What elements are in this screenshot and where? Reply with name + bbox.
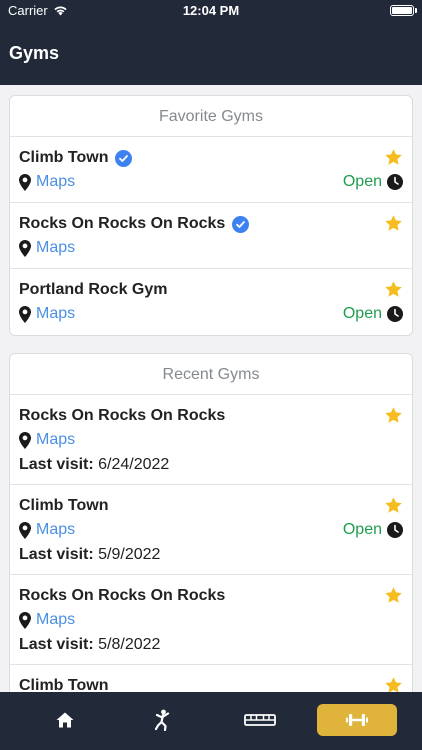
last-visit-label: Last visit: (19, 456, 94, 473)
tab-bar (0, 692, 422, 750)
map-pin-icon (19, 521, 31, 539)
recent-gyms-header: Recent Gyms (10, 354, 412, 395)
maps-label: Maps (36, 431, 76, 448)
navigation-bar: Gyms (0, 22, 422, 85)
recent-gym-row[interactable]: Rocks On Rocks On Rocks Maps Last visit:… (10, 575, 412, 665)
home-icon (56, 712, 74, 728)
open-label: Open (342, 521, 382, 538)
favorite-gyms-card: Favorite Gyms Climb Town Maps Open Rocks… (9, 95, 413, 336)
tab-climbing[interactable] (123, 704, 203, 736)
climber-icon (154, 709, 170, 731)
maps-label: Maps (36, 173, 76, 190)
recent-gym-row[interactable]: Rocks On Rocks On Rocks Maps Last visit:… (10, 395, 412, 485)
gym-name: Climb Town (19, 149, 109, 166)
gym-name: Climb Town (19, 497, 109, 514)
gym-name-row: Portland Rock Gym (19, 281, 167, 299)
open-label: Open (342, 305, 382, 322)
maps-label: Maps (36, 239, 76, 256)
gym-name: Portland Rock Gym (19, 281, 168, 298)
favorite-gym-row[interactable]: Climb Town Maps Open (10, 137, 412, 203)
tab-hangboard[interactable] (220, 704, 300, 736)
open-status: Open (343, 305, 403, 323)
clock-icon (387, 306, 403, 322)
last-visit: Last visit: 6/24/2022 (19, 456, 169, 474)
maps-label: Maps (36, 521, 76, 538)
map-pin-icon (19, 431, 31, 449)
clock-icon (387, 174, 403, 190)
tab-workout[interactable] (317, 704, 397, 736)
gym-name-row: Climb Town (19, 497, 108, 515)
verified-badge-icon (232, 215, 250, 233)
dumbbell-icon (346, 714, 368, 726)
gym-name: Rocks On Rocks On Rocks (19, 407, 226, 424)
map-pin-icon (19, 305, 31, 323)
maps-label: Maps (36, 611, 76, 628)
gym-name-row: Climb Town (19, 149, 133, 167)
open-status: Open (343, 521, 403, 539)
tab-home[interactable] (25, 704, 105, 736)
last-visit: Last visit: 5/8/2022 (19, 636, 160, 654)
maps-link[interactable]: Maps (19, 521, 75, 539)
recent-gyms-card: Recent Gyms Rocks On Rocks On Rocks Maps… (9, 353, 413, 692)
map-pin-icon (19, 239, 31, 257)
open-status: Open (343, 173, 403, 191)
gym-name-row: Climb Town (19, 677, 108, 692)
gym-name: Rocks On Rocks On Rocks (19, 215, 226, 232)
gym-list-scroll[interactable]: Favorite Gyms Climb Town Maps Open Rocks… (0, 85, 422, 692)
maps-link[interactable]: Maps (19, 305, 75, 323)
favorite-gyms-header: Favorite Gyms (10, 96, 412, 137)
maps-link[interactable]: Maps (19, 431, 75, 449)
clock-icon (387, 522, 403, 538)
gym-name: Climb Town (19, 677, 109, 692)
maps-link[interactable]: Maps (19, 173, 75, 191)
favorite-star-icon[interactable] (384, 280, 403, 299)
favorite-gym-row[interactable]: Portland Rock Gym Maps Open (10, 269, 412, 335)
favorite-star-icon[interactable] (384, 676, 403, 692)
last-visit-date: 6/24/2022 (98, 456, 170, 473)
gym-name: Rocks On Rocks On Rocks (19, 587, 226, 604)
verified-badge-icon (115, 149, 133, 167)
last-visit-label: Last visit: (19, 636, 94, 653)
status-bar: Carrier 12:04 PM (0, 0, 422, 22)
last-visit-date: 5/9/2022 (98, 546, 161, 563)
favorite-star-icon[interactable] (384, 214, 403, 233)
last-visit-date: 5/8/2022 (98, 636, 161, 653)
hangboard-icon (244, 714, 276, 726)
map-pin-icon (19, 611, 31, 629)
gym-name-row: Rocks On Rocks On Rocks (19, 587, 225, 605)
map-pin-icon (19, 173, 31, 191)
gym-name-row: Rocks On Rocks On Rocks (19, 215, 250, 233)
maps-label: Maps (36, 305, 76, 322)
last-visit: Last visit: 5/9/2022 (19, 546, 160, 564)
favorite-star-icon[interactable] (384, 148, 403, 167)
favorite-star-icon[interactable] (384, 496, 403, 515)
last-visit-label: Last visit: (19, 546, 94, 563)
favorite-gym-row[interactable]: Rocks On Rocks On Rocks Maps (10, 203, 412, 269)
battery-icon (390, 5, 417, 16)
gym-name-row: Rocks On Rocks On Rocks (19, 407, 225, 425)
favorite-star-icon[interactable] (384, 406, 403, 425)
maps-link[interactable]: Maps (19, 611, 75, 629)
recent-gym-row[interactable]: Climb Town (10, 665, 412, 692)
open-label: Open (342, 173, 382, 190)
clock: 12:04 PM (182, 3, 240, 18)
recent-gym-row[interactable]: Climb Town Maps Open Last visit: 5/9/202… (10, 485, 412, 575)
page-title: Gyms (9, 43, 60, 63)
favorite-star-icon[interactable] (384, 586, 403, 605)
maps-link[interactable]: Maps (19, 239, 75, 257)
